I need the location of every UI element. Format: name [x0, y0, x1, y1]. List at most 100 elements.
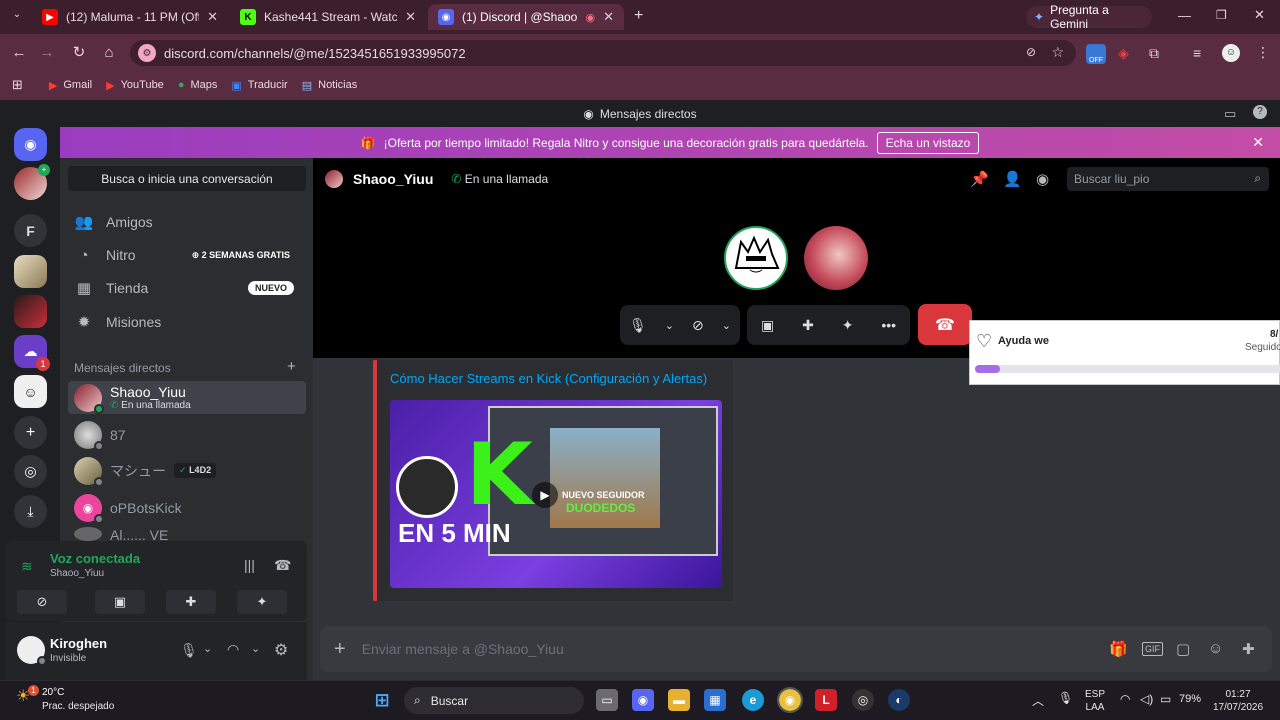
battery-icon[interactable]: ▭: [1160, 692, 1171, 706]
nav-nitro[interactable]: ◔ Nitro ⊕ 2 SEMANAS GRATIS: [68, 240, 306, 270]
close-icon[interactable]: ✕: [603, 9, 614, 25]
tray-chevron-up-icon[interactable]: ︿: [1032, 692, 1044, 709]
soundboard-icon[interactable]: ✦: [842, 317, 854, 334]
nav-quests[interactable]: ✹ Misiones: [68, 307, 306, 337]
sticker-icon[interactable]: ▢: [1176, 640, 1190, 658]
minimize-button[interactable]: —: [1178, 8, 1191, 23]
chrome-icon[interactable]: ◉: [777, 687, 803, 713]
taskbar-search[interactable]: ⌕ Buscar: [404, 687, 584, 714]
user-profile-icon[interactable]: ◉: [1036, 170, 1049, 188]
direct-messages-home-icon[interactable]: ◉: [14, 128, 47, 161]
soundboard-button[interactable]: ✦: [237, 590, 287, 614]
embed-title-link[interactable]: Cómo Hacer Streams en Kick (Configuració…: [390, 371, 707, 386]
forward-icon[interactable]: →: [38, 44, 56, 62]
headphones-icon[interactable]: ◠: [227, 641, 239, 658]
server-icon[interactable]: F: [14, 214, 47, 247]
gift-icon[interactable]: 🎁: [1109, 640, 1128, 658]
eye-off-icon[interactable]: ⊘: [1026, 45, 1036, 59]
download-icon[interactable]: ⤓: [14, 495, 47, 528]
user-avatar[interactable]: [17, 636, 47, 666]
dm-item-partial[interactable]: Al...... VE: [68, 527, 306, 541]
tab-youtube[interactable]: ▶ (12) Maluma - 11 PM (Official V ✕: [32, 4, 228, 30]
task-view-icon[interactable]: ▭: [596, 689, 618, 711]
tab-search-icon[interactable]: ⌄: [8, 9, 26, 27]
chevron-down-icon[interactable]: ⌄: [722, 319, 731, 332]
nav-shop[interactable]: ▦ Tienda NUEVO: [68, 273, 306, 303]
screen-share-icon[interactable]: ▣: [761, 317, 774, 334]
bookmark-star-icon[interactable]: ☆: [1051, 44, 1064, 61]
bookmark-maps[interactable]: ● Maps: [178, 79, 218, 91]
media-icon[interactable]: ≡: [1193, 45, 1201, 61]
add-server-icon[interactable]: +: [14, 416, 47, 449]
help-icon[interactable]: ?: [1253, 105, 1267, 119]
tab-kick[interactable]: K Kashe441 Stream - Watch Live c ✕: [230, 4, 426, 30]
obs-icon[interactable]: ◎: [852, 689, 874, 711]
noise-suppression-icon[interactable]: |||: [244, 557, 255, 573]
screen-share-button[interactable]: ▣: [95, 590, 145, 614]
video-thumbnail[interactable]: K EN 5 MIN NUEVO SEGUIDOR DUODEDOS ▶: [390, 400, 722, 588]
microphone-icon[interactable]: 🎙: [180, 642, 198, 659]
dm-item-opbotskick[interactable]: ◉ oPBotsKick: [68, 491, 306, 524]
chrome-menu-icon[interactable]: ⋮: [1256, 44, 1270, 61]
gif-icon[interactable]: GIF: [1142, 642, 1163, 656]
apps-icon[interactable]: ✚: [1242, 640, 1255, 658]
extensions-puzzle-icon[interactable]: ⧉: [1149, 45, 1159, 62]
back-icon[interactable]: ←: [10, 44, 28, 62]
restore-button[interactable]: ❐: [1216, 8, 1227, 22]
bookmark-gmail[interactable]: ▶ Gmail: [49, 79, 92, 92]
server-icon[interactable]: ☁ 1: [14, 335, 50, 371]
server-icon[interactable]: [14, 295, 47, 328]
add-friend-icon[interactable]: 👤: [1003, 170, 1022, 188]
activities-button[interactable]: ✚: [166, 590, 216, 614]
close-icon[interactable]: ✕: [207, 9, 218, 25]
create-dm-button[interactable]: +: [287, 358, 296, 375]
search-input[interactable]: Buscar liu_pio ⌕: [1067, 167, 1269, 191]
site-info-icon[interactable]: ⚙: [138, 44, 156, 62]
discord-icon[interactable]: ◉: [632, 689, 654, 711]
microphone-icon[interactable]: 🎙: [1058, 691, 1073, 705]
volume-icon[interactable]: ◁): [1140, 692, 1153, 706]
disconnect-icon[interactable]: ☎: [274, 557, 291, 574]
microphone-icon[interactable]: 🎙: [629, 317, 647, 334]
file-explorer-icon[interactable]: ▬: [668, 689, 690, 711]
bookmark-youtube[interactable]: ▶ YouTube: [106, 79, 164, 92]
play-icon[interactable]: ▶: [532, 482, 558, 508]
discover-icon[interactable]: ◎: [14, 455, 47, 488]
extension-off-icon[interactable]: OFF: [1086, 44, 1106, 64]
reload-icon[interactable]: ↻: [70, 44, 88, 62]
camera-off-button[interactable]: ⊘: [17, 590, 67, 614]
language-indicator[interactable]: ESP LAA: [1082, 688, 1108, 714]
dm-item-matthew[interactable]: マシュー ✓ L4D2: [68, 454, 306, 487]
inbox-icon[interactable]: ▭: [1224, 106, 1236, 122]
message-composer[interactable]: + Enviar mensaje a @Shaoo_Yiuu: [320, 626, 1272, 672]
chevron-down-icon[interactable]: ⌄: [251, 642, 260, 655]
settings-gear-icon[interactable]: ⚙: [274, 640, 288, 660]
extension-icon[interactable]: ◈: [1118, 45, 1129, 62]
close-icon[interactable]: ✕: [405, 9, 416, 25]
home-icon[interactable]: ⌂: [100, 44, 118, 62]
pin-icon[interactable]: 📌: [970, 170, 989, 188]
apps-grid-icon[interactable]: ⊞: [12, 77, 23, 93]
steam-icon[interactable]: ◐: [888, 689, 910, 711]
edge-icon[interactable]: e: [742, 689, 764, 711]
call-participant-avatar[interactable]: [724, 226, 788, 290]
hang-up-button[interactable]: ☎: [918, 304, 972, 345]
camera-off-icon[interactable]: ⊘: [692, 317, 704, 334]
chevron-down-icon[interactable]: ⌄: [665, 319, 674, 332]
activities-icon[interactable]: ✚: [802, 317, 814, 334]
search-conversation-button[interactable]: Busca o inicia una conversación: [68, 166, 306, 191]
close-icon[interactable]: ✕: [1252, 134, 1264, 151]
windows-start-icon[interactable]: ⊞: [371, 689, 393, 711]
chevron-down-icon[interactable]: ⌄: [203, 642, 212, 655]
dm-item-87[interactable]: 87: [68, 418, 306, 451]
store-icon[interactable]: ▦: [704, 689, 726, 711]
server-icon[interactable]: [14, 255, 47, 288]
wifi-icon[interactable]: ◠: [1120, 692, 1130, 706]
tab-discord[interactable]: ◉ (1) Discord | @Shaoo_Yiuu ◉ ✕: [428, 4, 624, 30]
nav-friends[interactable]: 👥 Amigos: [68, 207, 306, 237]
dm-item-shaoo[interactable]: Shaoo_Yiuu ✆ En una llamada: [68, 381, 306, 414]
call-participant-avatar[interactable]: [804, 226, 868, 290]
bookmark-traducir[interactable]: ▣ Traducir: [231, 79, 287, 92]
attach-plus-icon[interactable]: +: [334, 638, 346, 661]
address-bar[interactable]: ⚙ discord.com/channels/@me/1523451651933…: [130, 40, 1076, 66]
